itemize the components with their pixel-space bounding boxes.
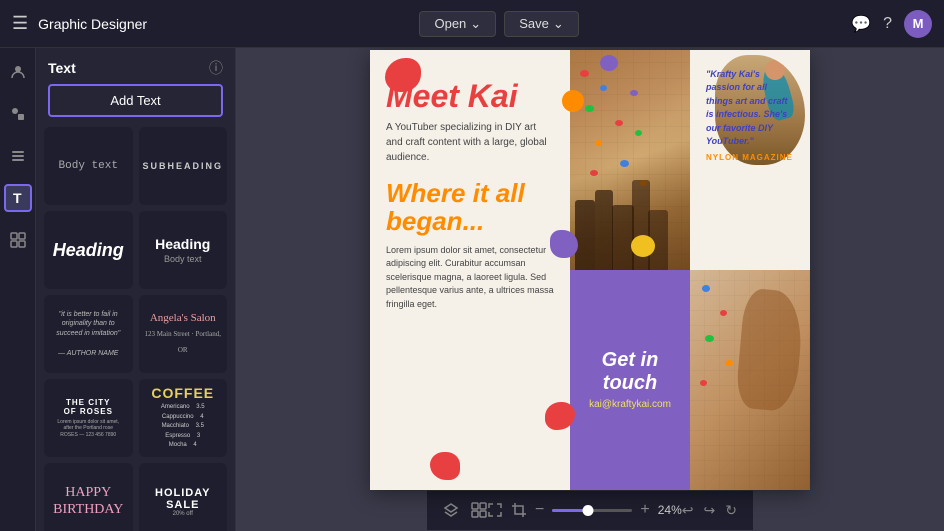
menu-icon[interactable]: ☰ [12, 13, 28, 34]
text-items-grid: Body text SUBHEADING Heading Heading Bod… [36, 127, 235, 531]
app-title: Graphic Designer [38, 16, 147, 32]
hold-r3 [705, 335, 714, 342]
where-it-heading: Where it all began... [386, 179, 554, 236]
panel-info-icon[interactable]: ⓘ [209, 58, 223, 78]
bottom-bar: − + 24% ↩ ↪ ↻ [427, 490, 753, 530]
canvas-right-top: "Krafty Kai's passion for all things art… [690, 50, 810, 270]
hold-6 [630, 90, 638, 96]
blob-purple-top [600, 55, 618, 71]
text-item-birthday[interactable]: HAPPYBIRTHDAY [44, 463, 133, 531]
city-preview: THE CITYOF ROSES Lorem ipsum dolor sit a… [57, 398, 119, 439]
meet-kai-desc: A YouTuber specializing in DIY art and c… [386, 120, 554, 165]
subheading-preview: SUBHEADING [143, 161, 224, 171]
save-button[interactable]: Save ⌄ [504, 11, 579, 37]
person-2 [595, 190, 613, 270]
topbar-center: Open ⌄ Save ⌄ [147, 11, 851, 37]
person-1 [575, 200, 595, 270]
canvas-left: Meet Kai A YouTuber specializing in DIY … [370, 50, 570, 490]
text-item-salon[interactable]: Angela's Salon123 Main Street · Portland… [139, 295, 228, 373]
expand-icon[interactable] [487, 502, 503, 518]
sidebar-item-shapes[interactable] [4, 100, 32, 128]
panel-header: Text ⓘ [36, 48, 235, 84]
text-item-holiday[interactable]: HOLIDAYSALE 20% off [139, 463, 228, 531]
topbar: ☰ Graphic Designer Open ⌄ Save ⌄ 💬 ? M [0, 0, 944, 48]
blob-purple-br [632, 414, 660, 440]
text-item-heading-bold[interactable]: Heading [44, 211, 133, 289]
blob-red-bot [430, 452, 460, 480]
zoom-percent: 24% [658, 503, 682, 517]
bottom-center: − + 24% [487, 501, 682, 519]
panel-title: Text [48, 60, 76, 76]
add-text-button[interactable]: Add Text [48, 84, 223, 117]
canvas[interactable]: Meet Kai A YouTuber specializing in DIY … [370, 50, 810, 490]
text-item-heading-combo[interactable]: Heading Body text [139, 211, 228, 289]
hold-5 [595, 140, 602, 146]
text-item-quote[interactable]: "it is better to fail in originality tha… [44, 295, 133, 373]
body-text-preview: Body text [59, 160, 118, 172]
crop-icon[interactable] [511, 502, 527, 518]
canvas-area: Meet Kai A YouTuber specializing in DIY … [236, 48, 944, 531]
blob-red-tl [385, 58, 421, 92]
forward-button[interactable]: ↻ [725, 502, 737, 519]
hold-r2 [720, 310, 727, 316]
text-item-coffee[interactable]: COFFEE Americano 3.5Cappuccino 4Macchiat… [139, 379, 228, 457]
hold-4 [615, 120, 623, 126]
undo-button[interactable]: ↩ [682, 502, 694, 519]
quote-preview: "it is better to fail in originality tha… [50, 310, 127, 359]
kai-email: kai@kraftykai.com [589, 399, 671, 410]
sidebar-item-person[interactable] [4, 58, 32, 86]
svg-text:T: T [13, 190, 22, 206]
get-in-touch: Get in touch [580, 349, 680, 395]
lorem-text: Lorem ipsum dolor sit amet, consectetur … [386, 244, 554, 312]
zoom-in-button[interactable]: + [640, 501, 649, 519]
hold-2 [600, 85, 607, 91]
climbing-bg [570, 50, 690, 270]
bottom-left [443, 502, 487, 518]
icon-sidebar: T [0, 48, 36, 531]
salon-preview: Angela's Salon123 Main Street · Portland… [145, 311, 222, 357]
text-panel: Text ⓘ Add Text Body text SUBHEADING Hea… [36, 48, 236, 531]
sidebar-item-layers[interactable] [4, 142, 32, 170]
main: T Text ⓘ Add Text Body text SUBHEADING H… [0, 48, 944, 531]
canvas-right-bot [690, 270, 810, 490]
help-icon[interactable]: ? [883, 15, 892, 33]
open-button[interactable]: Open ⌄ [419, 11, 496, 37]
hold-1 [580, 70, 589, 77]
hold-r5 [700, 380, 707, 386]
text-item-subheading[interactable]: SUBHEADING [139, 127, 228, 205]
quote-source: NYLON MAGAZINE [706, 153, 794, 162]
bottom-right: ↩ ↪ ↻ [682, 502, 737, 519]
zoom-slider[interactable] [552, 509, 632, 512]
coffee-preview: COFFEE Americano 3.5Cappuccino 4Macchiat… [151, 385, 214, 451]
holiday-preview: HOLIDAYSALE 20% off [155, 487, 211, 517]
hold-r4 [725, 360, 733, 366]
birthday-preview: HAPPYBIRTHDAY [53, 485, 123, 519]
hold-7 [635, 130, 642, 136]
heading-bold-preview: Heading [53, 240, 124, 261]
quote-text: "Krafty Kai's passion for all things art… [706, 68, 794, 149]
redo-button[interactable]: ↪ [703, 502, 715, 519]
grid-toggle-icon[interactable] [471, 502, 487, 518]
heading-combo-preview: Heading Body text [155, 236, 210, 264]
topbar-left: ☰ Graphic Designer [12, 13, 147, 34]
blob-orange-ml [562, 90, 584, 112]
topbar-right: 💬 ? M [851, 10, 932, 38]
zoom-thumb [583, 505, 594, 516]
canvas-mid-top [570, 50, 690, 270]
text-item-city[interactable]: THE CITYOF ROSES Lorem ipsum dolor sit a… [44, 379, 133, 457]
blob-yellow-mid [631, 235, 655, 257]
canvas-mid-bot: Get in touch kai@kraftykai.com [570, 270, 690, 490]
sidebar-item-grid[interactable] [4, 226, 32, 254]
text-item-body[interactable]: Body text [44, 127, 133, 205]
avatar[interactable]: M [904, 10, 932, 38]
hold-r1 [702, 285, 710, 292]
layers-toggle-icon[interactable] [443, 502, 459, 518]
zoom-out-button[interactable]: − [535, 501, 544, 519]
chat-icon[interactable]: 💬 [851, 14, 871, 34]
person-3 [612, 205, 634, 270]
sidebar-item-text[interactable]: T [4, 184, 32, 212]
hold-3 [585, 105, 594, 112]
quote-box: "Krafty Kai's passion for all things art… [698, 60, 802, 170]
